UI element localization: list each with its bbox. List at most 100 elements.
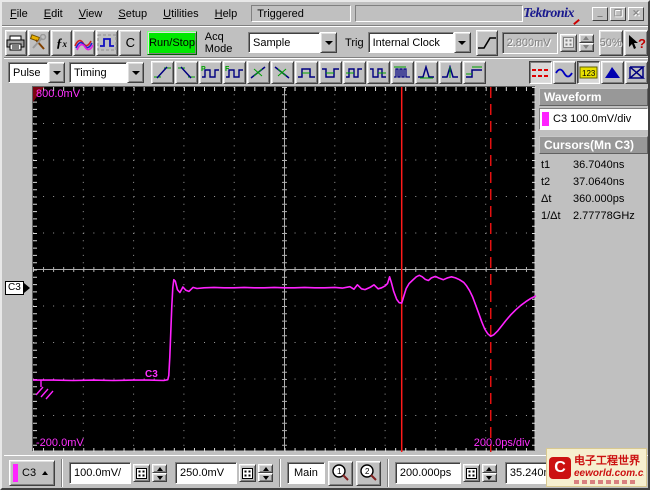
channel-marker-strip: C3 <box>4 86 32 455</box>
trigger-level-spinner[interactable]: 2.800mV <box>501 31 594 55</box>
autoset-pulse-button[interactable] <box>96 29 119 56</box>
spin-down-button[interactable] <box>258 473 273 482</box>
restore-button[interactable]: ❐ <box>610 6 626 21</box>
waveform-panel-header: Waveform <box>539 88 648 106</box>
negative-duty-icon <box>370 68 386 78</box>
measure-neg-duty-button[interactable] <box>367 61 390 84</box>
frequency-icon: F <box>225 66 243 78</box>
histogram-button[interactable] <box>601 61 624 84</box>
tektronix-logo: Tektronix <box>523 6 582 25</box>
measure-pos-overshoot-button[interactable] <box>415 61 438 84</box>
category-dropdown-arrow[interactable] <box>48 62 65 83</box>
keypad-button[interactable] <box>559 33 577 52</box>
eeworld-logo-icon: C <box>549 456 571 479</box>
c3-color-swatch <box>542 112 549 126</box>
watermark-tagline <box>574 479 644 484</box>
spin-down-button[interactable] <box>481 473 497 482</box>
keypad-button[interactable] <box>462 464 480 482</box>
trig-dropdown-arrow[interactable] <box>453 32 471 53</box>
minimize-button[interactable]: _ <box>592 6 608 21</box>
measure-pos-duty-button[interactable] <box>343 61 366 84</box>
acq-mode-select[interactable]: Sample <box>248 32 338 53</box>
rise-time-icon <box>154 66 171 79</box>
graticule <box>33 87 536 452</box>
measure-fall-time-button[interactable] <box>175 61 198 84</box>
positive-width-icon <box>298 68 315 78</box>
up-arrow-icon <box>583 36 590 40</box>
math-fx-button[interactable]: ƒx <box>50 29 73 56</box>
spin-up-button[interactable] <box>481 464 497 473</box>
measure-burst-width-button[interactable] <box>391 61 414 84</box>
ruler-123-icon: 123 <box>579 66 598 79</box>
menu-help[interactable]: Help <box>207 5 246 23</box>
popup-arrow-icon <box>42 471 49 475</box>
waveform-properties-button[interactable] <box>73 29 96 56</box>
measure-subcategory-select[interactable]: Timing <box>69 62 144 83</box>
negative-width-icon <box>322 68 339 78</box>
menu-setup[interactable]: Setup <box>110 5 155 23</box>
trigger-50pct-button[interactable]: 50% <box>598 29 623 56</box>
fall-time-icon <box>178 66 195 79</box>
channel-c3-position-marker[interactable]: C3 <box>5 281 30 295</box>
cursors-toggle-button[interactable] <box>529 61 552 84</box>
vertical-offset-spinner[interactable]: 250.0mV <box>175 461 273 485</box>
spin-up-button[interactable] <box>578 33 594 43</box>
close-button[interactable]: ✕ <box>628 6 644 21</box>
fx-icon: ƒx <box>56 34 68 50</box>
measure-cross-fall-button[interactable] <box>271 61 294 84</box>
menu-edit[interactable]: Edit <box>36 5 71 23</box>
keypad-icon <box>136 467 147 479</box>
acq-mode-dropdown-arrow[interactable] <box>320 32 338 53</box>
trigger-source-select[interactable]: Internal Clock <box>367 32 471 53</box>
spin-up-button[interactable] <box>258 464 273 473</box>
pulse-select-icon <box>97 34 117 51</box>
measure-cross-rise-button[interactable] <box>247 61 270 84</box>
scope-app-window: File Edit View Setup Utilities Help Trig… <box>0 0 650 490</box>
svg-text:2: 2 <box>365 467 370 476</box>
watermark-url: eeworld.com.cn <box>574 467 644 479</box>
spin-down-button[interactable] <box>578 42 594 52</box>
waveform-list-entry[interactable]: C3 100.0mV/div <box>539 108 648 130</box>
measurement-readout-button[interactable]: 123 <box>577 61 600 84</box>
timebase-view-select[interactable]: Main <box>287 462 325 484</box>
spin-up-button[interactable] <box>152 464 167 473</box>
run-stop-button[interactable]: Run/Stop <box>147 30 197 55</box>
measure-settling-button[interactable] <box>463 61 486 84</box>
measure-pos-width-button[interactable] <box>295 61 318 84</box>
zoom1-button[interactable]: 1 <box>327 460 353 486</box>
context-help-button[interactable]: ? <box>623 29 648 56</box>
measure-rise-time-button[interactable] <box>151 61 174 84</box>
rising-edge-icon <box>477 36 496 49</box>
keypad-button[interactable] <box>239 464 256 482</box>
zoom2-button[interactable]: 2 <box>355 460 381 486</box>
menu-file[interactable]: File <box>2 5 36 23</box>
setup-tools-button[interactable] <box>27 29 50 56</box>
waveform-display[interactable]: 800.0mV -200.0mV 200.0ps/div C3 <box>32 86 536 452</box>
vertical-scale-spinner[interactable]: 100.0mV/ <box>69 461 167 485</box>
menu-utilities[interactable]: Utilities <box>155 5 206 23</box>
measure-period-button[interactable]: P <box>199 61 222 84</box>
measure-neg-width-button[interactable] <box>319 61 342 84</box>
readout-freq: 1/Δt 2.77778GHz <box>541 210 635 222</box>
clear-data-button[interactable]: C <box>119 29 142 56</box>
eye-diagram-button[interactable] <box>625 61 648 84</box>
menu-view[interactable]: View <box>71 5 111 23</box>
watermark-title: 电子工程世界 <box>574 454 640 467</box>
eye-diagram-icon <box>627 66 646 79</box>
timebase-scale-spinner[interactable]: 200.000ps <box>394 461 497 485</box>
measure-peak-button[interactable] <box>439 61 462 84</box>
channel-select-button[interactable]: C3 <box>9 460 55 486</box>
spin-down-button[interactable] <box>152 473 167 482</box>
measure-category-select[interactable]: Pulse <box>8 62 65 83</box>
cross-rise-icon <box>250 66 266 79</box>
burst-width-icon <box>394 66 410 78</box>
keypad-button[interactable] <box>133 464 150 482</box>
down-arrow-icon <box>156 475 163 480</box>
print-button[interactable] <box>5 29 27 56</box>
readout-t1: t1 36.7040ns <box>541 159 625 171</box>
waveform-display-button[interactable] <box>553 61 576 84</box>
trigger-slope-button[interactable] <box>475 29 498 56</box>
measure-frequency-button[interactable]: F <box>223 61 246 84</box>
readout-panel: Waveform C3 100.0mV/div Cursors(Mn C3) t… <box>535 86 648 455</box>
subcategory-dropdown-arrow[interactable] <box>127 62 144 83</box>
